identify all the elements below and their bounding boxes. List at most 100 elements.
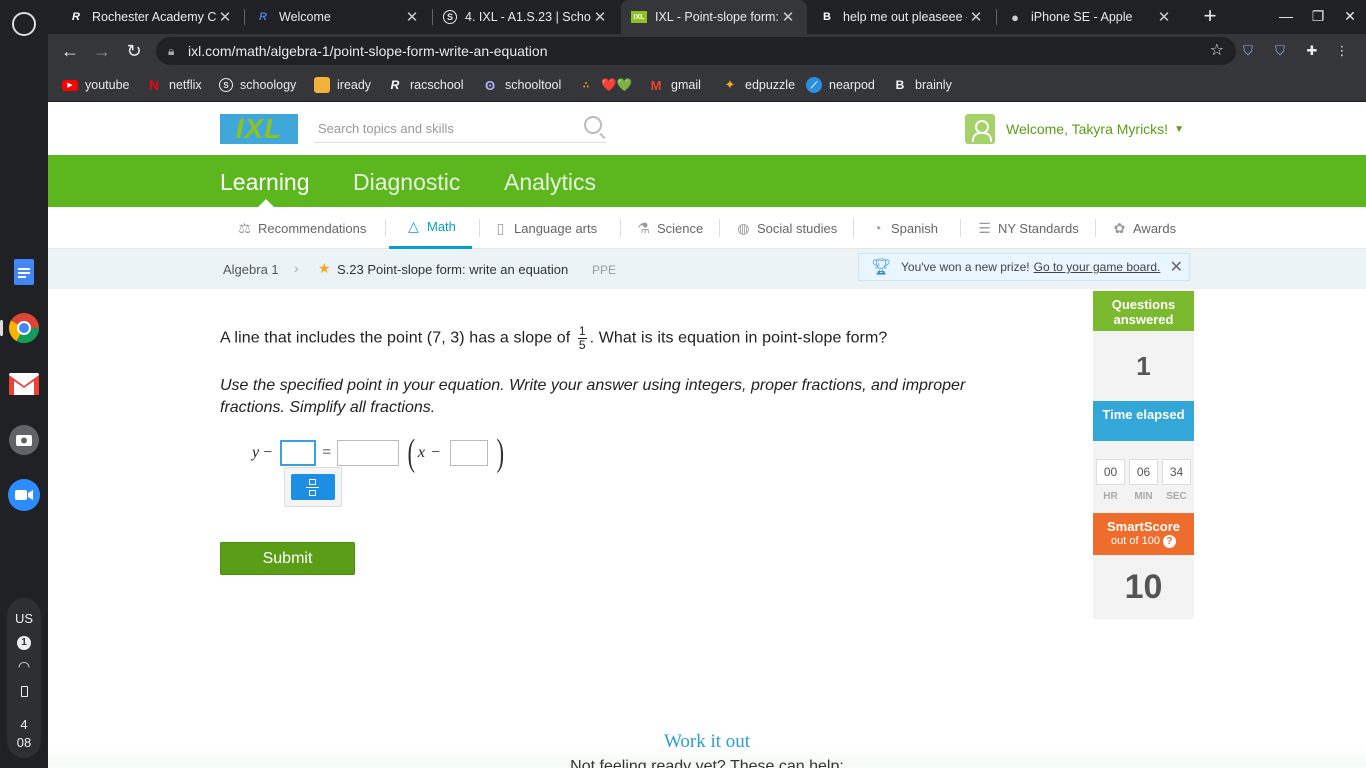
gmail-icon[interactable] (8, 368, 40, 400)
google-docs-icon[interactable] (8, 256, 40, 288)
work-it-out-heading: Work it out (663, 731, 751, 752)
close-icon[interactable]: ✕ (591, 8, 609, 26)
launcher-icon[interactable] (12, 12, 36, 36)
submit-button[interactable]: Submit (220, 542, 355, 575)
subnav-science[interactable]: ⚗ Science (635, 207, 703, 249)
bookmark-netflix[interactable]: Nnetflix (146, 76, 202, 94)
answer-input-x1[interactable] (449, 440, 488, 466)
answer-input-slope[interactable] (337, 440, 400, 466)
star-icon: ★ (318, 260, 331, 276)
battery-icon (21, 686, 28, 697)
logo-text: IXL (235, 113, 283, 144)
smartscore-sub-text: out of 100 (1111, 535, 1160, 547)
back-button[interactable]: ← (58, 39, 82, 63)
close-icon[interactable]: ✕ (1155, 8, 1173, 26)
nav-analytics[interactable]: Analytics (504, 169, 596, 196)
minimize-button[interactable]: — (1272, 4, 1300, 28)
help-question-icon[interactable]: ? (1162, 535, 1176, 548)
close-icon[interactable]: ✕ (403, 8, 421, 26)
minus-sign: − (263, 444, 273, 461)
nav-diagnostic[interactable]: Diagnostic (353, 169, 460, 196)
gmail-icon: M (650, 77, 662, 93)
bookmark-iready[interactable]: iready (314, 76, 371, 94)
system-tray[interactable]: US 1 ◠ 4 08 (7, 598, 41, 758)
subnav-math[interactable]: △ Math (389, 207, 472, 249)
breadcrumb-algebra-1[interactable]: Algebra 1 (223, 262, 279, 277)
tab-welcome[interactable]: R Welcome ✕ (245, 0, 431, 34)
user-menu[interactable]: Welcome, Takyra Myricks! ▼ (965, 114, 1184, 144)
answer-input-y1[interactable] (280, 440, 317, 466)
ixl-logo[interactable]: IXL (220, 113, 298, 144)
subnav-recommendations[interactable]: ⚖ Recommendations (236, 207, 366, 249)
nav-learning[interactable]: Learning (220, 169, 310, 196)
schooltool-icon: ʘ (484, 77, 496, 93)
game-board-link[interactable]: Go to your game board. (1034, 260, 1161, 274)
search-placeholder: Search topics and skills (318, 121, 454, 136)
bookmark-schoology[interactable]: Sschoology (219, 76, 296, 94)
bookmark-edpuzzle[interactable]: ✦ edpuzzle (722, 76, 796, 94)
subnav-ny-standards[interactable]: ☰ NY Standards (976, 207, 1078, 249)
right-paren: ) (496, 432, 505, 474)
subnav-social-studies[interactable]: ◍ Social studies (735, 207, 837, 249)
forward-button[interactable]: → (90, 39, 114, 63)
bookmark-label: schooltool (505, 78, 562, 92)
maximize-button[interactable]: ❐ (1304, 4, 1332, 28)
schoology-favicon-icon: S (443, 10, 457, 24)
insert-fraction-button[interactable] (291, 474, 335, 500)
chrome-icon[interactable] (8, 312, 40, 344)
close-icon[interactable]: ✕ (216, 8, 234, 26)
address-bar[interactable]: 🔒︎ ixl.com/math/algebra-1/point-slope-fo… (156, 37, 1236, 65)
timer-hours: 00 (1096, 459, 1125, 485)
subject-nav: ⚖ Recommendations △ Math ▯ Language arts ⚗ S… (48, 207, 1366, 249)
tab-title: Welcome (279, 10, 331, 24)
bookmark-nearpod[interactable]: ⟋ nearpod (806, 76, 875, 94)
brainly-icon: B (895, 78, 905, 92)
bookmark-star-icon[interactable]: ☆ (1210, 37, 1224, 65)
close-icon[interactable]: ✕ (967, 8, 985, 26)
window-close-button[interactable]: ✕ (1336, 4, 1364, 28)
tab-ixl-point-slope[interactable]: IXL IXL - Point-slope form: ✕ (621, 0, 807, 34)
var-y: y (252, 444, 260, 461)
globe-icon: ◍ (737, 219, 750, 236)
extension-shield-icon-2[interactable]: ⛉ (1272, 43, 1288, 59)
subnav-awards[interactable]: ✿ Awards (1111, 207, 1177, 249)
tab-rochester[interactable]: R Rochester Academy Ch ✕ (58, 0, 244, 34)
zoom-icon[interactable] (8, 479, 40, 511)
slope-numerator: 1 (577, 324, 587, 339)
menu-kebab-icon[interactable]: ⋮ (1334, 43, 1350, 59)
main-nav: Learning Diagnostic Analytics (48, 155, 1366, 207)
close-icon[interactable]: ✕ (779, 8, 797, 26)
bookmark-brainly[interactable]: Bbrainly (892, 76, 952, 94)
tab-schoology[interactable]: S 4. IXL - A1.S.23 | Schoo ✕ (433, 0, 619, 34)
timer-hr-label: HR (1103, 491, 1118, 502)
standards-icon: ☰ (978, 219, 991, 236)
extensions-puzzle-icon[interactable]: ✚ (1304, 43, 1320, 59)
new-tab-button[interactable]: + (1198, 5, 1222, 29)
bookmark-youtube[interactable]: ▶ youtube (62, 76, 129, 94)
close-icon[interactable]: ✕ (1170, 257, 1183, 277)
tab-title: help me out pleaseee - (843, 10, 967, 24)
chevron-down-icon: ▼ (1174, 123, 1184, 135)
tab-apple[interactable]: ● iPhone SE - Apple ✕ (997, 0, 1183, 34)
bookmark-hearts[interactable]: ∴ ❤️💚 (578, 76, 632, 94)
question-prompt: A line that includes the point (7, 3) ha… (220, 329, 571, 347)
bookmark-racschool[interactable]: Rracschool (387, 76, 464, 94)
tab-strip: R Rochester Academy Ch ✕ R Welcome ✕ S 4… (48, 0, 1366, 34)
subnav-spanish[interactable]: ◔ Spanish (869, 207, 938, 249)
bookmark-gmail[interactable]: Mgmail (648, 76, 701, 94)
search-icon[interactable] (584, 116, 602, 134)
search-input[interactable]: Search topics and skills (314, 116, 606, 143)
reload-button[interactable]: ↻ (122, 39, 146, 63)
extension-shield-icon[interactable]: ⛉ (1240, 43, 1256, 59)
subnav-language-arts[interactable]: ▯ Language arts (492, 207, 597, 249)
tab-title: IXL - Point-slope form: (655, 10, 779, 24)
left-paren: ( (407, 432, 416, 474)
bookmark-label: edpuzzle (745, 78, 796, 92)
flask-icon: ⚗ (637, 219, 650, 236)
prize-notification: 🏆︎ You've won a new prize! Go to your ga… (858, 253, 1190, 281)
camera-icon[interactable] (8, 424, 40, 456)
bookmark-schooltool[interactable]: ʘ schooltool (482, 76, 561, 94)
timer-min-label: MIN (1134, 491, 1153, 502)
tab-brainly[interactable]: B help me out pleaseee - ✕ (809, 0, 995, 34)
clock-minute: 08 (16, 735, 32, 750)
